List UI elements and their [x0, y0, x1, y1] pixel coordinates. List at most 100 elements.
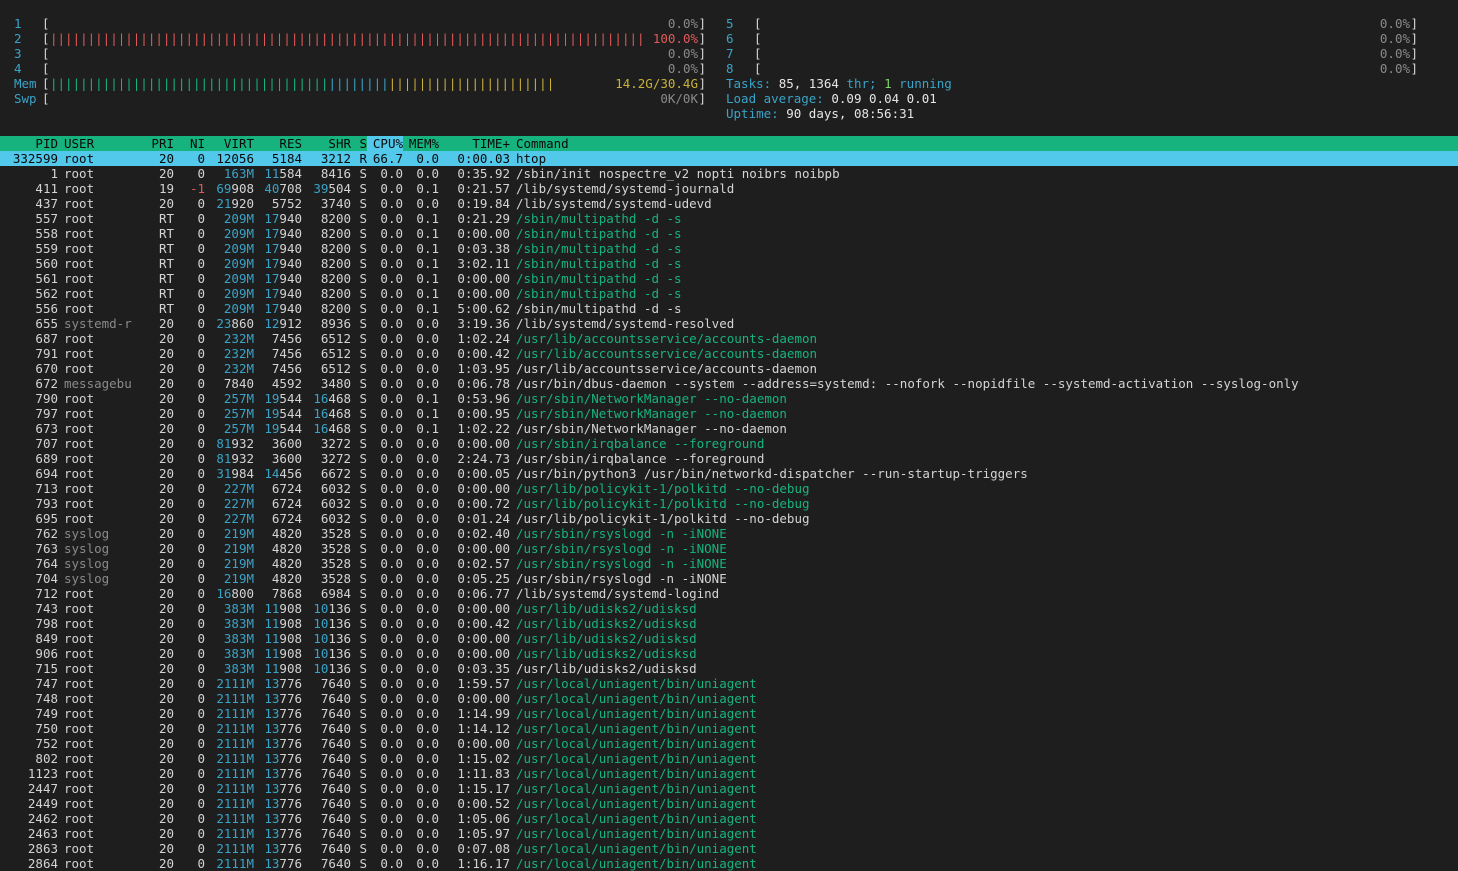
- col-pid[interactable]: PID: [0, 136, 58, 151]
- cell-user: root: [64, 151, 95, 166]
- table-row[interactable]: 655 systemd-r 20 0 23860 12912 8936 S 0.0 0.0 3:19…: [0, 316, 1458, 331]
- table-row[interactable]: 791 root 20 0 232M 7456 6512 S 0.0 0.0 0:00.42/usr…: [0, 346, 1458, 361]
- table-row-selected[interactable]: 332599 root 20 0 12056 5184 3212 R 66.7 0.0 0:00.0…: [0, 151, 1458, 166]
- cell-mem: 0.1: [416, 256, 439, 271]
- table-row[interactable]: 797 root 20 0 257M 19544 16468 S 0.0 0.1 0:00.95/u…: [0, 406, 1458, 421]
- col-shr[interactable]: SHR: [302, 136, 351, 151]
- table-row[interactable]: 764 syslog 20 0 219M 4820 3528 S 0.0 0.0 0:02.57/u…: [0, 556, 1458, 571]
- table-row[interactable]: 2447 root 20 0 2111M 13776 7640 S 0.0 0.0 1:15.17 /…: [0, 781, 1458, 796]
- process-table[interactable]: PID USER PRI NI VIRT RES SHR S CPU% MEM%…: [0, 136, 1458, 871]
- cell-pri: 20: [158, 361, 174, 376]
- table-row[interactable]: 747 root 20 0 2111M 13776 7640 S 0.0 0.0 1:59.57/u…: [0, 676, 1458, 691]
- table-row[interactable]: 558 root RT 0 209M 17940 8200 S 0.0 0.1 0:00.00/sb…: [0, 226, 1458, 241]
- meter-bracket-left: [: [42, 46, 50, 61]
- cell-mem: 0.1: [416, 181, 439, 196]
- table-row[interactable]: 715 root 20 0 383M 11908 10136 S 0.0 0.0 0:03.35/u…: [0, 661, 1458, 676]
- table-row[interactable]: 2863 root 20 0 2111M 13776 7640 S 0.0 0.0 0:07.08 /…: [0, 841, 1458, 856]
- cell-virt: 257M: [223, 406, 254, 421]
- cell-s: S: [359, 196, 367, 211]
- table-row[interactable]: 906 root 20 0 383M 11908 10136 S 0.0 0.0 0:00.00/u…: [0, 646, 1458, 661]
- cell-ni: 0: [197, 211, 205, 226]
- table-row[interactable]: 670 root 20 0 232M 7456 6512 S 0.0 0.0 1:03.95/usr…: [0, 361, 1458, 376]
- table-row[interactable]: 1123 root 20 0 2111M 13776 7640 S 0.0 0.0 1:11.83 /…: [0, 766, 1458, 781]
- cell-virt: 2111M: [216, 676, 254, 691]
- table-row[interactable]: 411 root 19 -1 69908 40708 39504 S 0.0 0.1 0:21.57…: [0, 181, 1458, 196]
- table-row[interactable]: 437 root 20 0 21920 5752 3740 S 0.0 0.0 0:19.84/li…: [0, 196, 1458, 211]
- table-row[interactable]: 687 root 20 0 232M 7456 6512 S 0.0 0.0 1:02.24/usr…: [0, 331, 1458, 346]
- cell-time: 0:00.00: [457, 226, 510, 241]
- cell-s: S: [359, 796, 367, 811]
- table-row[interactable]: 749 root 20 0 2111M 13776 7640 S 0.0 0.0 1:14.99/u…: [0, 706, 1458, 721]
- cell-user: syslog: [64, 556, 110, 571]
- table-row[interactable]: 556 root RT 0 209M 17940 8200 S 0.0 0.1 5:00.62/sb…: [0, 301, 1458, 316]
- col-mem[interactable]: MEM%: [403, 136, 439, 151]
- cell-res: 19544: [264, 391, 302, 406]
- table-row[interactable]: 560 root RT 0 209M 17940 8200 S 0.0 0.1 3:02.11/sb…: [0, 256, 1458, 271]
- cell-pid: 672: [35, 376, 58, 391]
- cell-cpu: 0.0: [380, 601, 403, 616]
- cell-command: /usr/local/uniagent/bin/uniagent: [516, 766, 757, 781]
- cell-s: S: [359, 826, 367, 841]
- cell-virt: 209M: [223, 211, 254, 226]
- col-pri[interactable]: PRI: [144, 136, 174, 151]
- cell-pri: RT: [158, 286, 174, 301]
- cell-pid: 694: [35, 466, 58, 481]
- table-row[interactable]: 798 root 20 0 383M 11908 10136 S 0.0 0.0 0:00.42/u…: [0, 616, 1458, 631]
- cpu-meter-label: 2: [14, 31, 22, 46]
- table-row[interactable]: 673 root 20 0 257M 19544 16468 S 0.0 0.1 1:02.22/u…: [0, 421, 1458, 436]
- cell-res: 11908: [264, 601, 302, 616]
- table-row[interactable]: 559 root RT 0 209M 17940 8200 S 0.0 0.1 0:03.38/sb…: [0, 241, 1458, 256]
- table-row[interactable]: 2462 root 20 0 2111M 13776 7640 S 0.0 0.0 1:05.06 /…: [0, 811, 1458, 826]
- cell-user: root: [64, 616, 95, 631]
- table-row[interactable]: 752 root 20 0 2111M 13776 7640 S 0.0 0.0 0:00.00/u…: [0, 736, 1458, 751]
- col-command[interactable]: Command: [510, 136, 1458, 151]
- table-row[interactable]: 762 syslog 20 0 219M 4820 3528 S 0.0 0.0 0:02.40/u…: [0, 526, 1458, 541]
- cell-res: 14456: [264, 466, 302, 481]
- table-row[interactable]: 557 root RT 0 209M 17940 8200 S 0.0 0.1 0:21.29/sb…: [0, 211, 1458, 226]
- table-row[interactable]: 689 root 20 0 81932 3600 3272 S 0.0 0.0 2:24.73/us…: [0, 451, 1458, 466]
- table-row[interactable]: 672 messagebu 20 0 7840 4592 3480 S 0.0 0.0 0:06.7…: [0, 376, 1458, 391]
- cell-time: 1:15.17: [457, 781, 510, 796]
- table-row[interactable]: 790 root 20 0 257M 19544 16468 S 0.0 0.1 0:53.96/u…: [0, 391, 1458, 406]
- col-time[interactable]: TIME+: [439, 136, 510, 151]
- col-ni[interactable]: NI: [174, 136, 205, 151]
- table-row[interactable]: 707 root 20 0 81932 3600 3272 S 0.0 0.0 0:00.00/us…: [0, 436, 1458, 451]
- table-row[interactable]: 849 root 20 0 383M 11908 10136 S 0.0 0.0 0:00.00/u…: [0, 631, 1458, 646]
- table-row[interactable]: 1 root 20 0 163M 11584 8416 S 0.0 0.0 0:35.92/sbin…: [0, 166, 1458, 181]
- table-row[interactable]: 704 syslog 20 0 219M 4820 3528 S 0.0 0.0 0:05.25/u…: [0, 571, 1458, 586]
- cpu-meter-value: 100.0%: [652, 31, 698, 46]
- cpu-meter-value: 0.0%: [1379, 61, 1410, 76]
- table-row[interactable]: 694 root 20 0 31984 14456 6672 S 0.0 0.0 0:00.05/u…: [0, 466, 1458, 481]
- table-row[interactable]: 695 root 20 0 227M 6724 6032 S 0.0 0.0 0:01.24/usr…: [0, 511, 1458, 526]
- table-row[interactable]: 793 root 20 0 227M 6724 6032 S 0.0 0.0 0:00.72/usr…: [0, 496, 1458, 511]
- cell-mem: 0.0: [416, 166, 439, 181]
- cell-pri: 20: [158, 466, 174, 481]
- table-row[interactable]: 802 root 20 0 2111M 13776 7640 S 0.0 0.0 1:15.02/u…: [0, 751, 1458, 766]
- cell-pid: 437: [35, 196, 58, 211]
- cell-shr: 10136: [313, 601, 351, 616]
- col-cpu-sorted[interactable]: CPU%: [367, 136, 403, 151]
- col-state[interactable]: S: [351, 136, 367, 151]
- table-row[interactable]: 748 root 20 0 2111M 13776 7640 S 0.0 0.0 0:00.00/u…: [0, 691, 1458, 706]
- table-row[interactable]: 2864 root 20 0 2111M 13776 7640 S 0.0 0.0 1:16.17 /…: [0, 856, 1458, 871]
- table-row[interactable]: 2449 root 20 0 2111M 13776 7640 S 0.0 0.0 0:00.52 /…: [0, 796, 1458, 811]
- cell-shr: 10136: [313, 646, 351, 661]
- table-row[interactable]: 750 root 20 0 2111M 13776 7640 S 0.0 0.0 1:14.12/u…: [0, 721, 1458, 736]
- col-virt[interactable]: VIRT: [205, 136, 254, 151]
- cell-s: S: [359, 586, 367, 601]
- table-row[interactable]: 713 root 20 0 227M 6724 6032 S 0.0 0.0 0:00.00/usr…: [0, 481, 1458, 496]
- load-v5: 0.04: [869, 91, 900, 106]
- table-row[interactable]: 743 root 20 0 383M 11908 10136 S 0.0 0.0 0:00.00/u…: [0, 601, 1458, 616]
- col-user[interactable]: USER: [58, 136, 144, 151]
- table-row[interactable]: 561 root RT 0 209M 17940 8200 S 0.0 0.1 0:00.00/sb…: [0, 271, 1458, 286]
- cell-virt: 2111M: [216, 781, 254, 796]
- col-res[interactable]: RES: [254, 136, 302, 151]
- cell-cpu: 0.0: [380, 256, 403, 271]
- table-row[interactable]: 2463 root 20 0 2111M 13776 7640 S 0.0 0.0 1:05.97 /…: [0, 826, 1458, 841]
- cell-virt: 219M: [223, 526, 254, 541]
- table-row[interactable]: 763 syslog 20 0 219M 4820 3528 S 0.0 0.0 0:00.00/u…: [0, 541, 1458, 556]
- table-row[interactable]: 562 root RT 0 209M 17940 8200 S 0.0 0.1 0:00.00/sb…: [0, 286, 1458, 301]
- table-row[interactable]: 712 root 20 0 16800 7868 6984 S 0.0 0.0 0:06.77/li…: [0, 586, 1458, 601]
- cell-pid: 752: [35, 736, 58, 751]
- cell-shr: 3528: [320, 541, 351, 556]
